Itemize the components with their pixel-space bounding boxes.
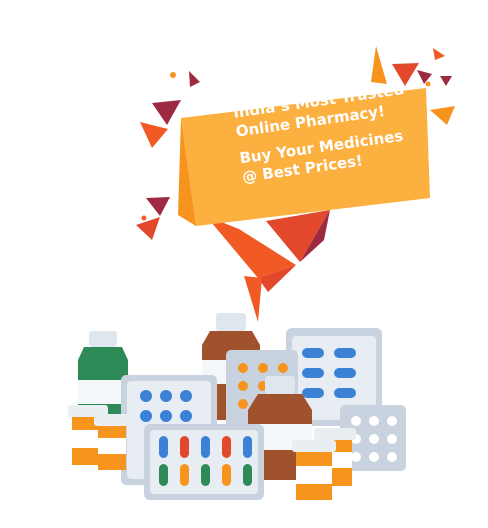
orange-pill-bottle-left	[68, 405, 130, 470]
banner-ribbon	[206, 210, 330, 322]
blister-pack-capsules-front	[144, 424, 264, 500]
